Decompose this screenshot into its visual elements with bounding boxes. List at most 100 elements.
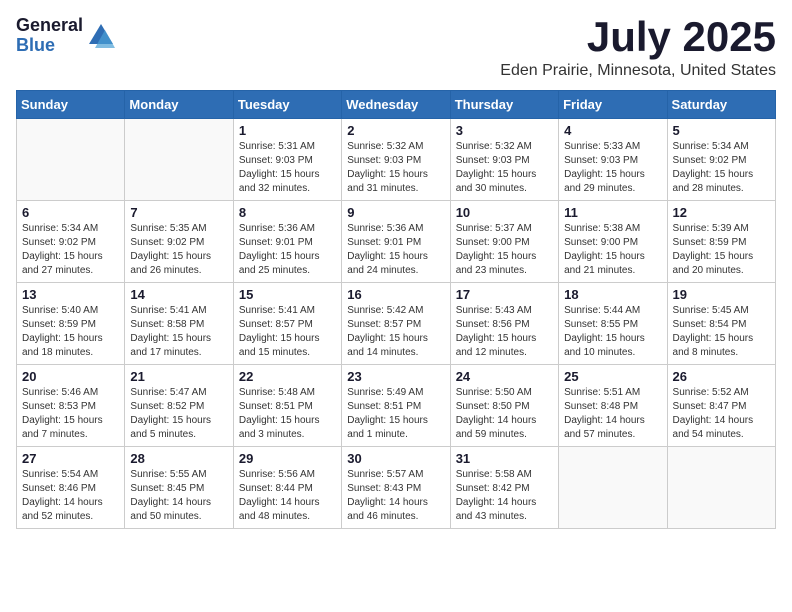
day-number: 5 [673, 123, 770, 138]
day-number: 24 [456, 369, 553, 384]
logo-blue: Blue [16, 36, 83, 56]
day-number: 18 [564, 287, 661, 302]
calendar-cell [559, 447, 667, 529]
calendar-cell [17, 119, 125, 201]
calendar-cell: 4Sunrise: 5:33 AM Sunset: 9:03 PM Daylig… [559, 119, 667, 201]
calendar-cell: 21 Sunrise: 5:47 AM Sunset: 8:52 PM Dayli… [125, 365, 233, 447]
weekday-header-thursday: Thursday [450, 91, 558, 119]
calendar-cell: 6 Sunrise: 5:34 AM Sunset: 9:02 PM Daylig… [17, 201, 125, 283]
calendar-cell: 25 Sunrise: 5:51 AM Sunset: 8:48 PM Dayli… [559, 365, 667, 447]
day-detail: Sunrise: 5:32 AM Sunset: 9:03 PM Dayligh… [456, 140, 553, 196]
day-number: 22 [239, 369, 336, 384]
day-detail: Sunrise: 5:50 AM Sunset: 8:50 PM Dayligh… [456, 386, 553, 442]
calendar-cell: 23 Sunrise: 5:49 AM Sunset: 8:51 PM Dayli… [342, 365, 450, 447]
weekday-header-sunday: Sunday [17, 91, 125, 119]
calendar-cell [667, 447, 775, 529]
week-row-1: 1 Sunrise: 5:31 AM Sunset: 9:03 PM Daylig… [17, 119, 776, 201]
calendar-cell: 26Sunrise: 5:52 AM Sunset: 8:47 PM Dayli… [667, 365, 775, 447]
weekday-header-tuesday: Tuesday [233, 91, 341, 119]
calendar-cell: 18Sunrise: 5:44 AM Sunset: 8:55 PM Dayli… [559, 283, 667, 365]
day-detail: Sunrise: 5:41 AM Sunset: 8:58 PM Dayligh… [130, 304, 227, 360]
calendar-cell: 5 Sunrise: 5:34 AM Sunset: 9:02 PM Daylig… [667, 119, 775, 201]
day-detail: Sunrise: 5:54 AM Sunset: 8:46 PM Dayligh… [22, 468, 119, 524]
week-row-5: 27Sunrise: 5:54 AM Sunset: 8:46 PM Dayli… [17, 447, 776, 529]
day-detail: Sunrise: 5:39 AM Sunset: 8:59 PM Dayligh… [673, 222, 770, 278]
day-detail: Sunrise: 5:41 AM Sunset: 8:57 PM Dayligh… [239, 304, 336, 360]
day-detail: Sunrise: 5:34 AM Sunset: 9:02 PM Dayligh… [673, 140, 770, 196]
day-detail: Sunrise: 5:49 AM Sunset: 8:51 PM Dayligh… [347, 386, 444, 442]
calendar-cell: 16 Sunrise: 5:42 AM Sunset: 8:57 PM Dayli… [342, 283, 450, 365]
calendar-cell: 15 Sunrise: 5:41 AM Sunset: 8:57 PM Dayli… [233, 283, 341, 365]
day-detail: Sunrise: 5:58 AM Sunset: 8:42 PM Dayligh… [456, 468, 553, 524]
day-detail: Sunrise: 5:36 AM Sunset: 9:01 PM Dayligh… [239, 222, 336, 278]
day-number: 14 [130, 287, 227, 302]
day-detail: Sunrise: 5:51 AM Sunset: 8:48 PM Dayligh… [564, 386, 661, 442]
day-detail: Sunrise: 5:45 AM Sunset: 8:54 PM Dayligh… [673, 304, 770, 360]
day-number: 12 [673, 205, 770, 220]
day-detail: Sunrise: 5:36 AM Sunset: 9:01 PM Dayligh… [347, 222, 444, 278]
day-number: 11 [564, 205, 661, 220]
weekday-header-saturday: Saturday [667, 91, 775, 119]
calendar-cell [125, 119, 233, 201]
day-detail: Sunrise: 5:34 AM Sunset: 9:02 PM Dayligh… [22, 222, 119, 278]
day-detail: Sunrise: 5:57 AM Sunset: 8:43 PM Dayligh… [347, 468, 444, 524]
calendar-cell: 13 Sunrise: 5:40 AM Sunset: 8:59 PM Dayli… [17, 283, 125, 365]
title-block: July 2025 Eden Prairie, Minnesota, Unite… [500, 16, 776, 80]
location-subtitle: Eden Prairie, Minnesota, United States [500, 62, 776, 80]
day-number: 8 [239, 205, 336, 220]
logo-general: General [16, 16, 83, 36]
calendar-cell: 9 Sunrise: 5:36 AM Sunset: 9:01 PM Daylig… [342, 201, 450, 283]
calendar-cell: 31 Sunrise: 5:58 AM Sunset: 8:42 PM Dayli… [450, 447, 558, 529]
day-detail: Sunrise: 5:55 AM Sunset: 8:45 PM Dayligh… [130, 468, 227, 524]
day-number: 9 [347, 205, 444, 220]
day-number: 20 [22, 369, 119, 384]
logo: General Blue [16, 16, 115, 56]
calendar-cell: 12 Sunrise: 5:39 AM Sunset: 8:59 PM Dayli… [667, 201, 775, 283]
day-detail: Sunrise: 5:42 AM Sunset: 8:57 PM Dayligh… [347, 304, 444, 360]
calendar-cell: 11 Sunrise: 5:38 AM Sunset: 9:00 PM Dayli… [559, 201, 667, 283]
day-detail: Sunrise: 5:38 AM Sunset: 9:00 PM Dayligh… [564, 222, 661, 278]
day-number: 30 [347, 451, 444, 466]
day-number: 16 [347, 287, 444, 302]
day-detail: Sunrise: 5:52 AM Sunset: 8:47 PM Dayligh… [673, 386, 770, 442]
calendar-cell: 1 Sunrise: 5:31 AM Sunset: 9:03 PM Daylig… [233, 119, 341, 201]
weekday-header-monday: Monday [125, 91, 233, 119]
day-detail: Sunrise: 5:47 AM Sunset: 8:52 PM Dayligh… [130, 386, 227, 442]
day-number: 25 [564, 369, 661, 384]
calendar-cell: 29 Sunrise: 5:56 AM Sunset: 8:44 PM Dayli… [233, 447, 341, 529]
calendar-cell: 27Sunrise: 5:54 AM Sunset: 8:46 PM Dayli… [17, 447, 125, 529]
day-detail: Sunrise: 5:43 AM Sunset: 8:56 PM Dayligh… [456, 304, 553, 360]
day-number: 10 [456, 205, 553, 220]
logo-icon [87, 22, 115, 50]
day-number: 2 [347, 123, 444, 138]
calendar-header-row: SundayMondayTuesdayWednesdayThursdayFrid… [17, 91, 776, 119]
calendar-cell: 19 Sunrise: 5:45 AM Sunset: 8:54 PM Dayli… [667, 283, 775, 365]
day-detail: Sunrise: 5:31 AM Sunset: 9:03 PM Dayligh… [239, 140, 336, 196]
day-number: 4 [564, 123, 661, 138]
calendar-cell: 30 Sunrise: 5:57 AM Sunset: 8:43 PM Dayli… [342, 447, 450, 529]
day-number: 13 [22, 287, 119, 302]
calendar-cell: 28Sunrise: 5:55 AM Sunset: 8:45 PM Dayli… [125, 447, 233, 529]
day-number: 19 [673, 287, 770, 302]
day-number: 23 [347, 369, 444, 384]
day-detail: Sunrise: 5:56 AM Sunset: 8:44 PM Dayligh… [239, 468, 336, 524]
weekday-header-friday: Friday [559, 91, 667, 119]
day-number: 17 [456, 287, 553, 302]
calendar-cell: 10 Sunrise: 5:37 AM Sunset: 9:00 PM Dayli… [450, 201, 558, 283]
day-detail: Sunrise: 5:46 AM Sunset: 8:53 PM Dayligh… [22, 386, 119, 442]
calendar-cell: 14 Sunrise: 5:41 AM Sunset: 8:58 PM Dayli… [125, 283, 233, 365]
day-detail: Sunrise: 5:37 AM Sunset: 9:00 PM Dayligh… [456, 222, 553, 278]
week-row-3: 13 Sunrise: 5:40 AM Sunset: 8:59 PM Dayli… [17, 283, 776, 365]
day-number: 15 [239, 287, 336, 302]
day-number: 1 [239, 123, 336, 138]
day-number: 6 [22, 205, 119, 220]
calendar-cell: 17 Sunrise: 5:43 AM Sunset: 8:56 PM Dayli… [450, 283, 558, 365]
day-number: 29 [239, 451, 336, 466]
calendar-cell: 20 Sunrise: 5:46 AM Sunset: 8:53 PM Dayli… [17, 365, 125, 447]
day-number: 7 [130, 205, 227, 220]
day-number: 21 [130, 369, 227, 384]
week-row-4: 20 Sunrise: 5:46 AM Sunset: 8:53 PM Dayli… [17, 365, 776, 447]
calendar-cell: 22Sunrise: 5:48 AM Sunset: 8:51 PM Dayli… [233, 365, 341, 447]
day-number: 31 [456, 451, 553, 466]
day-detail: Sunrise: 5:40 AM Sunset: 8:59 PM Dayligh… [22, 304, 119, 360]
